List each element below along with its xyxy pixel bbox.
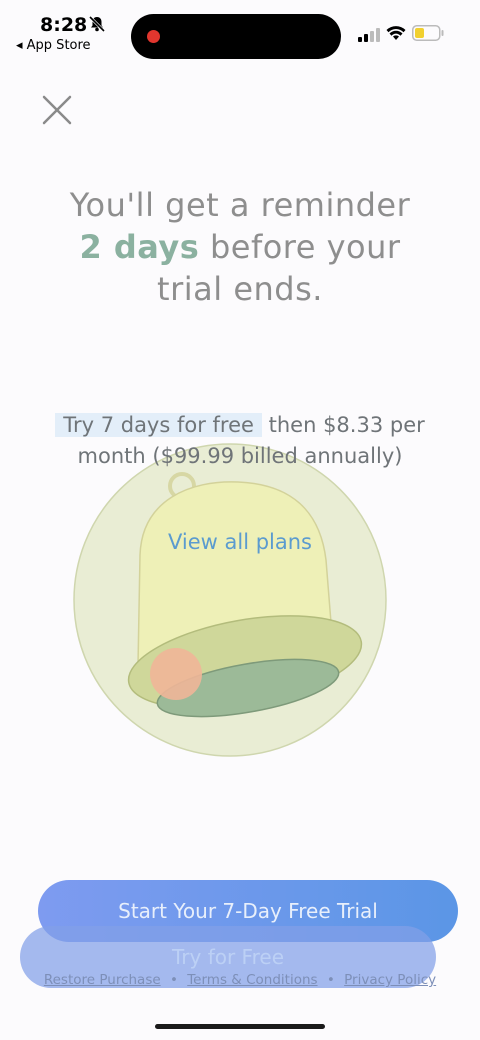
- signal-icon: [358, 28, 380, 42]
- offer-highlight: Try 7 days for free: [55, 413, 262, 437]
- battery-icon: [412, 25, 444, 41]
- headline-line1: You'll get a reminder: [69, 186, 411, 224]
- dynamic-island: [131, 14, 341, 59]
- footer-links: Restore Purchase • Terms & Conditions • …: [20, 972, 460, 988]
- headline-line3: trial ends.: [157, 270, 323, 308]
- restore-purchase-link[interactable]: Restore Purchase: [44, 972, 161, 988]
- headline-accent: 2 days: [79, 228, 200, 266]
- view-all-plans-link[interactable]: View all plans: [90, 530, 390, 554]
- status-bar: 8:28 ◂ App Store: [0, 0, 480, 60]
- recording-indicator-icon: [147, 30, 160, 43]
- bell-illustration: [73, 443, 387, 757]
- back-to-app-store[interactable]: ◂ App Store: [16, 38, 91, 53]
- privacy-policy-link[interactable]: Privacy Policy: [344, 972, 436, 988]
- footer-separator: •: [326, 972, 335, 988]
- offer-text: Try 7 days for free then $8.33 per month…: [40, 410, 440, 472]
- wifi-icon: [386, 26, 406, 40]
- home-indicator: [155, 1024, 325, 1029]
- status-time: 8:28: [40, 14, 88, 36]
- close-icon[interactable]: [40, 93, 74, 127]
- footer-separator: •: [169, 972, 178, 988]
- page-title: You'll get a reminder 2 days before your…: [20, 184, 460, 310]
- terms-link[interactable]: Terms & Conditions: [187, 972, 317, 988]
- bell-off-icon: [88, 15, 106, 33]
- headline-line2: before your: [209, 228, 401, 266]
